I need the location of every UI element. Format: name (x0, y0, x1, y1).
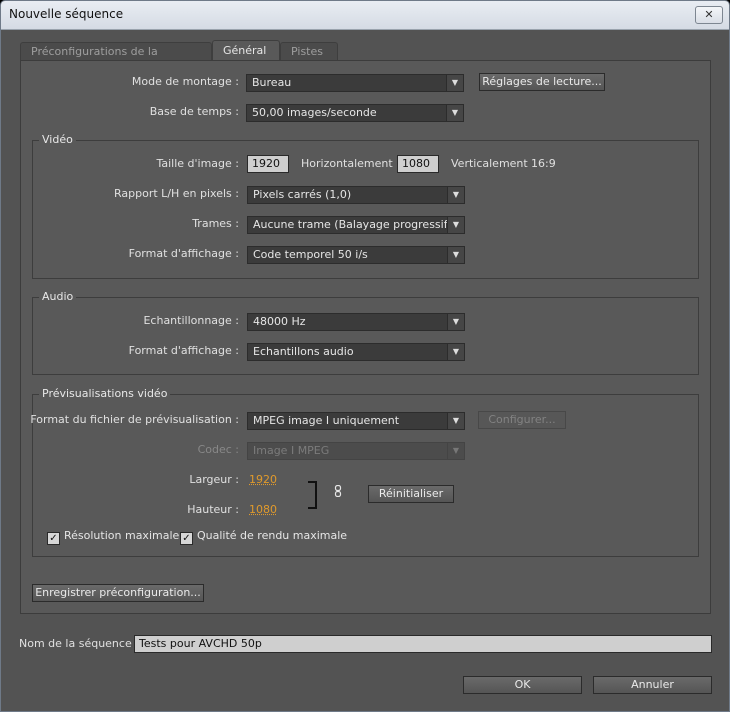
chevron-down-icon: ▼ (447, 344, 464, 360)
preview-height-label: Hauteur : (187, 503, 239, 516)
tab-tracks[interactable]: Pistes (280, 42, 338, 60)
ok-button[interactable]: OK (463, 676, 582, 694)
audio-display-format-label: Format d'affichage : (128, 344, 239, 357)
pixel-aspect-select[interactable]: Pixels carrés (1,0) ▼ (247, 186, 465, 204)
video-previews-group: Prévisualisations vidéo Format du fichie… (30, 387, 699, 557)
dialog-window: Nouvelle séquence ✕ Préconfigurations de… (0, 0, 730, 712)
chevron-down-icon: ▼ (447, 217, 464, 233)
chevron-down-icon: ▼ (447, 443, 464, 459)
chevron-down-icon: ▼ (446, 105, 463, 121)
reset-button[interactable]: Réinitialiser (368, 485, 454, 503)
pixel-aspect-value: Pixels carrés (1,0) (253, 188, 352, 201)
general-panel: Mode de montage : Bureau ▼ Réglages de l… (20, 60, 711, 614)
save-preset-button[interactable]: Enregistrer préconfiguration... (32, 584, 204, 602)
pixel-aspect-label: Rapport L/H en pixels : (114, 187, 239, 200)
codec-select[interactable]: Image I MPEG ▼ (247, 442, 465, 460)
close-button[interactable]: ✕ (695, 6, 723, 24)
timebase-value: 50,00 images/seconde (252, 106, 377, 119)
sequence-name-label: Nom de la séquence : (19, 637, 139, 650)
codec-label: Codec : (197, 443, 239, 456)
horizontal-label: Horizontalement (301, 157, 393, 170)
video-previews-group-title: Prévisualisations vidéo (39, 387, 171, 400)
dialog-client: Préconfigurations de la séquence Général… (1, 30, 729, 711)
max-render-quality-label: Qualité de rendu maximale (197, 529, 348, 542)
sample-rate-select[interactable]: 48000 Hz ▼ (247, 313, 465, 331)
editing-mode-value: Bureau (252, 76, 292, 89)
tab-general[interactable]: Général (212, 40, 280, 61)
checkmark-icon: ✓ (47, 532, 60, 545)
frame-size-label: Taille d'image : (156, 157, 239, 170)
preview-file-format-select[interactable]: MPEG image I uniquement ▼ (247, 412, 465, 430)
codec-value: Image I MPEG (253, 444, 330, 457)
sample-rate-label: Echantillonnage : (143, 314, 239, 327)
chevron-down-icon: ▼ (447, 187, 464, 203)
timebase-label: Base de temps : (149, 105, 239, 118)
tab-presets[interactable]: Préconfigurations de la séquence (20, 42, 212, 76)
video-display-format-value: Code temporel 50 i/s (253, 248, 368, 261)
video-display-format-select[interactable]: Code temporel 50 i/s ▼ (247, 246, 465, 264)
window-title: Nouvelle séquence (9, 7, 124, 21)
audio-display-format-value: Echantillons audio (253, 345, 354, 358)
fields-label: Trames : (192, 217, 239, 230)
preview-file-format-value: MPEG image I uniquement (253, 414, 400, 427)
chevron-down-icon: ▼ (447, 413, 464, 429)
audio-group: Audio Echantillonnage : 48000 Hz ▼ Forma… (32, 290, 699, 375)
configure-button[interactable]: Configurer... (478, 411, 566, 429)
fields-select[interactable]: Aucune trame (Balayage progressif) ▼ (247, 216, 465, 234)
checkmark-icon: ✓ (180, 532, 193, 545)
fields-value: Aucune trame (Balayage progressif) (253, 218, 452, 231)
chevron-down-icon: ▼ (446, 75, 463, 91)
preview-file-format-label: Format du fichier de prévisualisation : (30, 413, 239, 426)
video-group-title: Vidéo (39, 133, 76, 146)
playback-settings-button[interactable]: Réglages de lecture... (479, 73, 605, 91)
aspect-ratio-readout: 16:9 (531, 157, 556, 170)
sequence-name-input[interactable]: Tests pour AVCHD 50p (134, 635, 712, 653)
cancel-button[interactable]: Annuler (593, 676, 712, 694)
frame-width-input[interactable]: 1920 (247, 155, 289, 173)
max-resolution-checkbox[interactable]: ✓ Résolution maximale (47, 529, 180, 545)
audio-display-format-select[interactable]: Echantillons audio ▼ (247, 343, 465, 361)
preview-width-label: Largeur : (189, 473, 239, 486)
video-display-format-label: Format d'affichage : (128, 247, 239, 260)
preview-height-value[interactable]: 1080 (249, 503, 277, 516)
tab-general-label: Général (223, 44, 267, 57)
chevron-down-icon: ▼ (447, 314, 464, 330)
editing-mode-select[interactable]: Bureau ▼ (246, 74, 464, 92)
tab-tracks-label: Pistes (291, 45, 323, 58)
chain-link-icon[interactable] (334, 484, 342, 498)
max-resolution-label: Résolution maximale (64, 529, 180, 542)
preview-width-value[interactable]: 1920 (249, 473, 277, 486)
close-icon: ✕ (704, 8, 714, 21)
chevron-down-icon: ▼ (447, 247, 464, 263)
audio-group-title: Audio (39, 290, 77, 303)
editing-mode-label: Mode de montage : (131, 75, 239, 88)
video-group: Vidéo Taille d'image : 1920 Horizontalem… (32, 133, 699, 279)
vertical-label: Verticalement (451, 157, 528, 170)
max-render-quality-checkbox[interactable]: ✓ Qualité de rendu maximale (180, 529, 348, 545)
frame-height-input[interactable]: 1080 (397, 155, 439, 173)
link-bracket (308, 481, 317, 509)
timebase-select[interactable]: 50,00 images/seconde ▼ (246, 104, 464, 122)
sample-rate-value: 48000 Hz (253, 315, 306, 328)
title-bar: Nouvelle séquence ✕ (1, 1, 729, 30)
